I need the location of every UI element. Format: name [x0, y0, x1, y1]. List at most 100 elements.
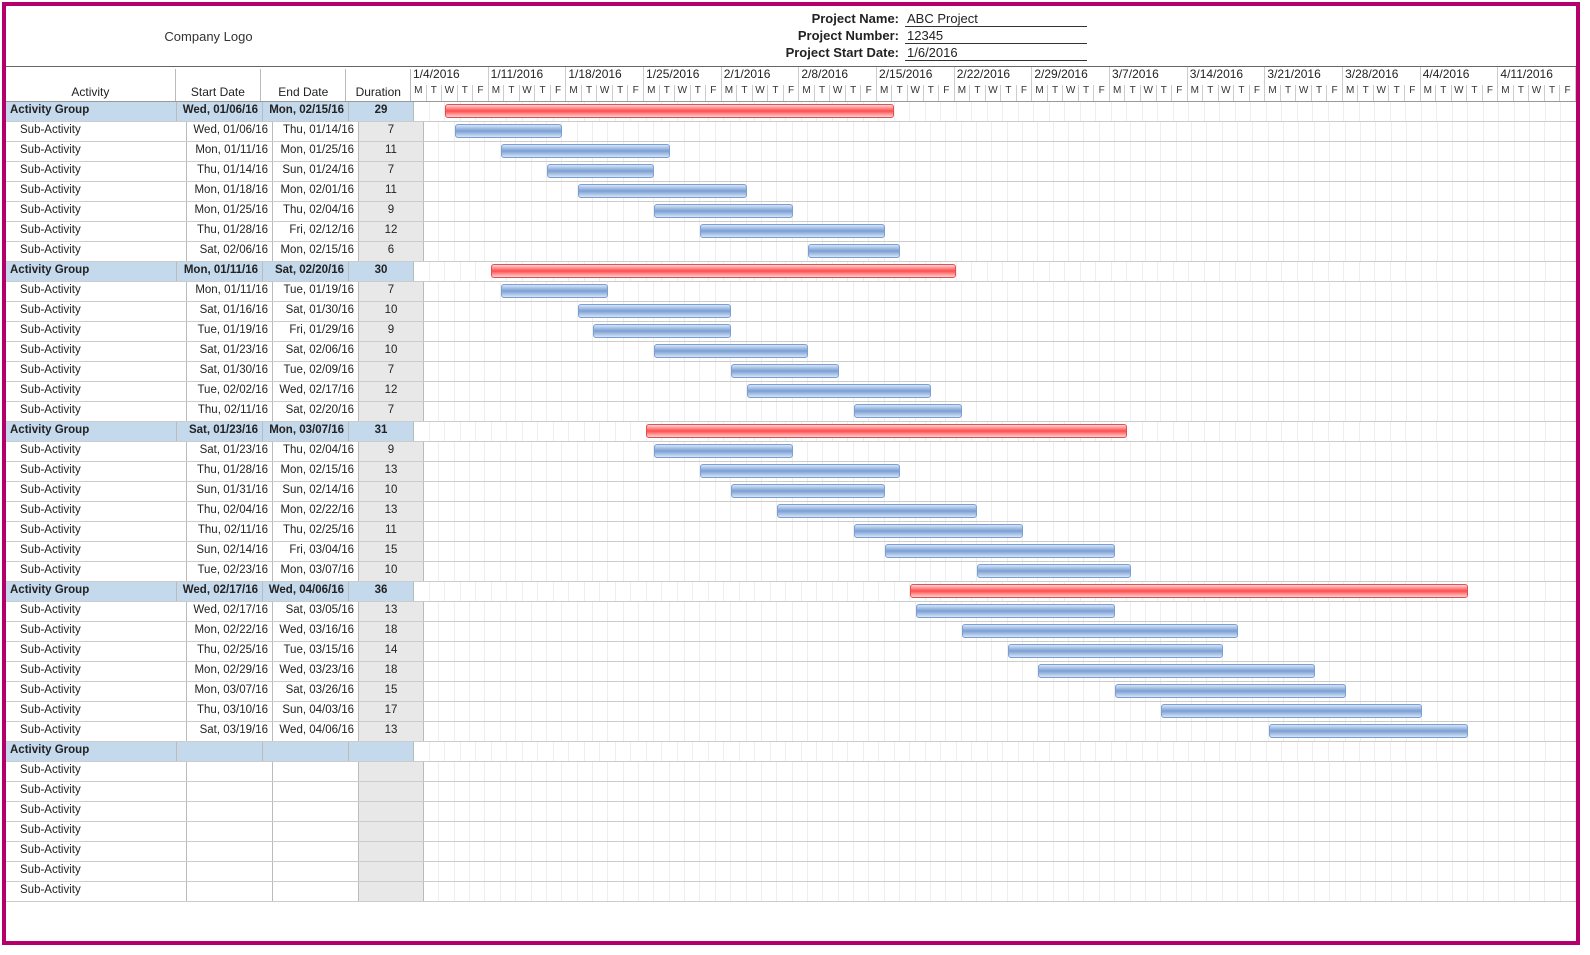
start-date[interactable]: Sat, 01/23/16: [187, 342, 273, 361]
duration[interactable]: 30: [349, 262, 414, 281]
start-date[interactable]: [187, 842, 273, 861]
activity-name[interactable]: Sub-Activity: [6, 122, 187, 141]
end-date[interactable]: Thu, 02/04/16: [273, 442, 359, 461]
task-bar[interactable]: [731, 484, 885, 498]
sub-activity-row[interactable]: Sub-ActivityWed, 01/06/16Thu, 01/14/167: [6, 122, 1576, 142]
start-date[interactable]: [187, 762, 273, 781]
duration[interactable]: 12: [359, 222, 424, 241]
end-date[interactable]: [273, 762, 359, 781]
end-date[interactable]: Mon, 03/07/16: [273, 562, 359, 581]
end-date[interactable]: [273, 782, 359, 801]
activity-name[interactable]: Sub-Activity: [6, 642, 187, 661]
end-date[interactable]: [273, 802, 359, 821]
end-date[interactable]: Mon, 02/15/16: [263, 102, 349, 121]
start-date[interactable]: Mon, 01/11/16: [187, 142, 273, 161]
group-bar[interactable]: [646, 424, 1126, 438]
start-date[interactable]: Thu, 01/28/16: [187, 462, 273, 481]
activity-name[interactable]: Activity Group: [6, 422, 177, 441]
activity-name[interactable]: Sub-Activity: [6, 362, 187, 381]
duration[interactable]: 9: [359, 442, 424, 461]
start-date[interactable]: Wed, 01/06/16: [187, 122, 273, 141]
activity-name[interactable]: Activity Group: [6, 742, 177, 761]
end-date[interactable]: Sun, 01/24/16: [273, 162, 359, 181]
duration[interactable]: 13: [359, 462, 424, 481]
start-date[interactable]: [187, 882, 273, 901]
sub-activity-row[interactable]: Sub-ActivityWed, 02/17/16Sat, 03/05/1613: [6, 602, 1576, 622]
end-date[interactable]: Sat, 02/20/16: [273, 402, 359, 421]
group-bar[interactable]: [491, 264, 956, 278]
activity-name[interactable]: Sub-Activity: [6, 342, 187, 361]
project-start-value[interactable]: 1/6/2016: [905, 45, 1087, 61]
end-date[interactable]: [273, 822, 359, 841]
end-date[interactable]: Wed, 04/06/16: [273, 722, 359, 741]
group-bar[interactable]: [445, 104, 894, 118]
activity-name[interactable]: Sub-Activity: [6, 142, 187, 161]
duration[interactable]: 7: [359, 282, 424, 301]
duration[interactable]: 36: [349, 582, 414, 601]
sub-activity-row[interactable]: Sub-ActivityTue, 02/23/16Mon, 03/07/1610: [6, 562, 1576, 582]
end-date[interactable]: Sat, 03/05/16: [273, 602, 359, 621]
activity-name[interactable]: Sub-Activity: [6, 502, 187, 521]
activity-group-row[interactable]: Activity GroupSat, 01/23/16Mon, 03/07/16…: [6, 422, 1576, 442]
end-date[interactable]: Thu, 01/14/16: [273, 122, 359, 141]
duration[interactable]: 15: [359, 682, 424, 701]
activity-group-row[interactable]: Activity GroupWed, 02/17/16Wed, 04/06/16…: [6, 582, 1576, 602]
duration[interactable]: 18: [359, 622, 424, 641]
duration[interactable]: 13: [359, 602, 424, 621]
duration[interactable]: [359, 842, 424, 861]
end-date[interactable]: Mon, 02/22/16: [273, 502, 359, 521]
sub-activity-row[interactable]: Sub-ActivitySun, 01/31/16Sun, 02/14/1610: [6, 482, 1576, 502]
task-bar[interactable]: [501, 284, 609, 298]
duration[interactable]: [359, 882, 424, 901]
start-date[interactable]: [187, 822, 273, 841]
sub-activity-row[interactable]: Sub-ActivityMon, 01/18/16Mon, 02/01/1611: [6, 182, 1576, 202]
sub-activity-row[interactable]: Sub-ActivityMon, 02/29/16Wed, 03/23/1618: [6, 662, 1576, 682]
duration[interactable]: 17: [359, 702, 424, 721]
duration[interactable]: 10: [359, 302, 424, 321]
end-date[interactable]: [273, 842, 359, 861]
col-duration[interactable]: Duration: [346, 69, 411, 101]
sub-activity-row[interactable]: Sub-ActivitySat, 02/06/16Mon, 02/15/166: [6, 242, 1576, 262]
activity-name[interactable]: Activity Group: [6, 102, 177, 121]
start-date[interactable]: Thu, 02/04/16: [187, 502, 273, 521]
duration[interactable]: 10: [359, 562, 424, 581]
start-date[interactable]: Mon, 01/11/16: [177, 262, 263, 281]
duration[interactable]: 6: [359, 242, 424, 261]
duration[interactable]: 10: [359, 482, 424, 501]
sub-activity-row[interactable]: Sub-Activity: [6, 802, 1576, 822]
task-bar[interactable]: [1008, 644, 1223, 658]
duration[interactable]: 12: [359, 382, 424, 401]
start-date[interactable]: Mon, 01/11/16: [187, 282, 273, 301]
sub-activity-row[interactable]: Sub-Activity: [6, 822, 1576, 842]
sub-activity-row[interactable]: Sub-Activity: [6, 762, 1576, 782]
sub-activity-row[interactable]: Sub-ActivityThu, 02/25/16Tue, 03/15/1614: [6, 642, 1576, 662]
end-date[interactable]: Tue, 03/15/16: [273, 642, 359, 661]
start-date[interactable]: Mon, 02/29/16: [187, 662, 273, 681]
sub-activity-row[interactable]: Sub-ActivityMon, 01/25/16Thu, 02/04/169: [6, 202, 1576, 222]
activity-name[interactable]: Sub-Activity: [6, 302, 187, 321]
end-date[interactable]: Mon, 01/25/16: [273, 142, 359, 161]
end-date[interactable]: Wed, 04/06/16: [263, 582, 349, 601]
activity-name[interactable]: Sub-Activity: [6, 702, 187, 721]
sub-activity-row[interactable]: Sub-ActivityThu, 01/28/16Fri, 02/12/1612: [6, 222, 1576, 242]
duration[interactable]: 7: [359, 362, 424, 381]
activity-group-row[interactable]: Activity GroupMon, 01/11/16Sat, 02/20/16…: [6, 262, 1576, 282]
end-date[interactable]: Mon, 02/15/16: [273, 242, 359, 261]
start-date[interactable]: Tue, 01/19/16: [187, 322, 273, 341]
sub-activity-row[interactable]: Sub-ActivitySat, 01/23/16Thu, 02/04/169: [6, 442, 1576, 462]
duration[interactable]: 13: [359, 502, 424, 521]
end-date[interactable]: Sat, 03/26/16: [273, 682, 359, 701]
task-bar[interactable]: [455, 124, 563, 138]
start-date[interactable]: Thu, 01/28/16: [187, 222, 273, 241]
activity-name[interactable]: Sub-Activity: [6, 222, 187, 241]
start-date[interactable]: Thu, 02/11/16: [187, 402, 273, 421]
end-date[interactable]: Tue, 02/09/16: [273, 362, 359, 381]
sub-activity-row[interactable]: Sub-Activity: [6, 862, 1576, 882]
end-date[interactable]: Fri, 03/04/16: [273, 542, 359, 561]
end-date[interactable]: Sat, 02/20/16: [263, 262, 349, 281]
duration[interactable]: 18: [359, 662, 424, 681]
end-date[interactable]: Sat, 02/06/16: [273, 342, 359, 361]
col-end[interactable]: End Date: [261, 69, 346, 101]
start-date[interactable]: Sat, 03/19/16: [187, 722, 273, 741]
end-date[interactable]: Mon, 02/15/16: [273, 462, 359, 481]
